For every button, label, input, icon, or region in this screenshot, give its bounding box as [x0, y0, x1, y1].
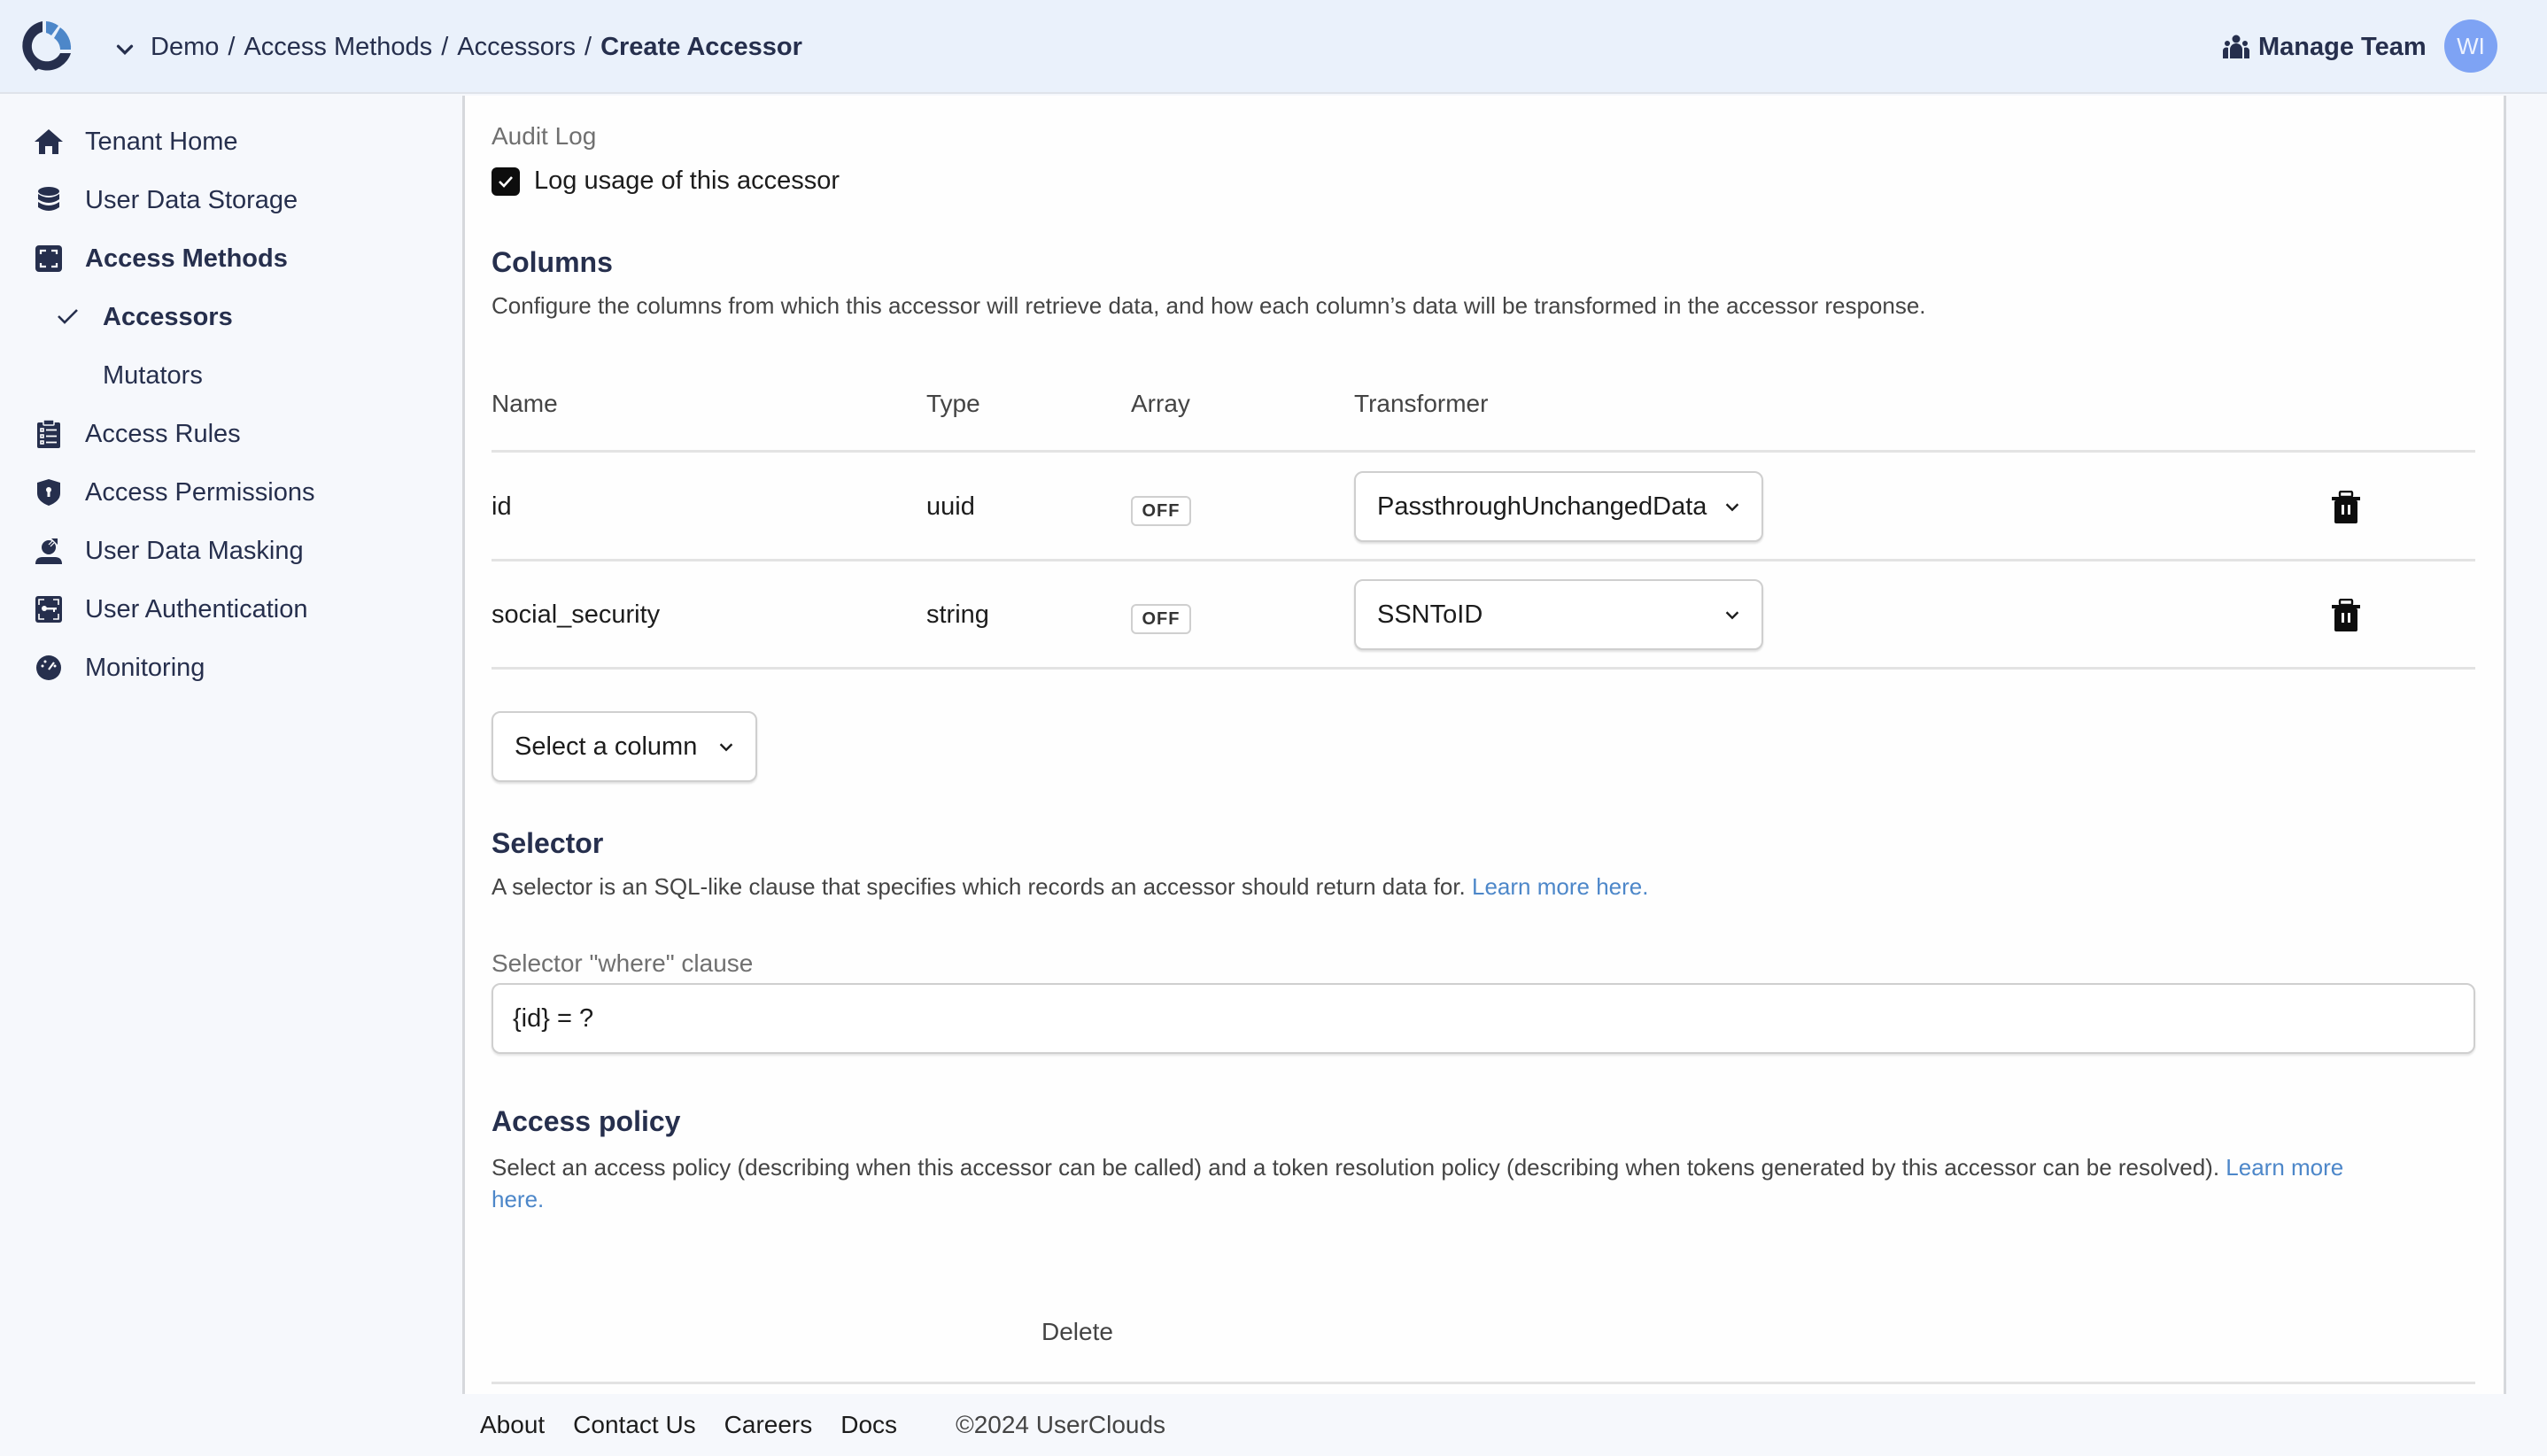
sidebar-item-accessors[interactable]: Accessors	[55, 295, 233, 339]
breadcrumb-accessors[interactable]: Accessors	[457, 33, 576, 62]
table-divider	[492, 450, 2475, 453]
usercloud-logo[interactable]	[18, 18, 74, 74]
audit-log-label: Audit Log	[492, 122, 597, 150]
col-header-type: Type	[926, 390, 980, 417]
transformer-value: SSNToID	[1377, 600, 1483, 629]
footer-copyright: ©2024 UserClouds	[956, 1411, 1166, 1438]
chevron-down-icon	[1725, 611, 1739, 620]
breadcrumb-separator: /	[228, 32, 236, 61]
row-type: string	[926, 600, 989, 629]
database-icon	[34, 185, 64, 215]
columns-description: Configure the columns from which this ac…	[492, 292, 1926, 319]
sidebar-item-label: Access Methods	[85, 244, 288, 273]
row-type: uuid	[926, 492, 975, 521]
select-column-label: Select a column	[515, 732, 698, 761]
table-divider	[492, 667, 2475, 670]
sidebar-item-label: Monitoring	[85, 653, 205, 682]
transformer-select[interactable]: SSNToID	[1354, 579, 1763, 650]
selector-description: A selector is an SQL-like clause that sp…	[492, 873, 1648, 901]
array-toggle[interactable]: OFF	[1131, 496, 1191, 526]
selector-learn-more-link[interactable]: Learn more here.	[1472, 873, 1648, 900]
sidebar-item-label: User Data Storage	[85, 185, 298, 214]
access-policy-description-text: Select an access policy (describing when…	[492, 1154, 2220, 1181]
main-content: Audit Log Log usage of this accessor Col…	[462, 96, 2506, 1394]
col-header-array: Array	[1131, 390, 1190, 417]
sidebar-item-label: Access Rules	[85, 419, 241, 448]
sidebar-item-label: Accessors	[103, 302, 233, 331]
top-header: Demo / Access Methods / Accessors / Crea…	[0, 0, 2547, 94]
clipboard-list-icon	[34, 419, 64, 449]
sidebar-item-label: User Authentication	[85, 594, 308, 623]
selector-field-label: Selector "where" clause	[492, 949, 754, 977]
chevron-down-icon	[1725, 503, 1739, 512]
row-name: social_security	[492, 600, 661, 629]
delete-button[interactable]: Delete	[1041, 1318, 1113, 1346]
sidebar-item-mutators[interactable]: Mutators	[103, 353, 203, 398]
avatar[interactable]: WI	[2444, 19, 2497, 73]
sidebar-item-label: User Data Masking	[85, 536, 304, 565]
row-name: id	[492, 492, 512, 521]
sidebar-item-access-rules[interactable]: Access Rules	[34, 412, 241, 456]
chevron-down-icon	[719, 743, 733, 752]
audit-log-checkbox-row[interactable]: Log usage of this accessor	[492, 167, 840, 196]
sidebar-item-access-permissions[interactable]: Access Permissions	[34, 470, 314, 515]
footer-link-careers[interactable]: Careers	[724, 1411, 813, 1439]
manage-team-label: Manage Team	[2258, 32, 2427, 61]
sidebar: Tenant Home User Data Storage Access Met…	[0, 96, 462, 1394]
breadcrumb-separator: /	[441, 32, 449, 61]
trash-icon[interactable]	[2331, 599, 2361, 632]
sidebar-item-monitoring[interactable]: Monitoring	[34, 646, 205, 690]
audit-log-checkbox-label: Log usage of this accessor	[534, 167, 840, 195]
chevron-down-icon[interactable]	[112, 36, 138, 63]
transformer-select[interactable]: PassthroughUnchangedData	[1354, 471, 1763, 542]
home-icon	[34, 127, 64, 157]
selector-where-value: {id} = ?	[513, 1003, 594, 1033]
sidebar-item-tenant-home[interactable]: Tenant Home	[34, 120, 238, 164]
access-policy-description: Select an access policy (describing when…	[492, 1151, 2475, 1215]
selector-description-text: A selector is an SQL-like clause that sp…	[492, 873, 1466, 900]
breadcrumb-tenant[interactable]: Demo	[151, 33, 219, 62]
breadcrumb-separator: /	[584, 32, 592, 61]
bottom-divider	[492, 1382, 2475, 1384]
array-toggle[interactable]: OFF	[1131, 604, 1191, 634]
sidebar-item-access-methods[interactable]: Access Methods	[34, 236, 288, 281]
key-frame-icon	[34, 594, 64, 624]
sidebar-item-label: Mutators	[103, 360, 203, 390]
sidebar-item-label: Tenant Home	[85, 127, 238, 156]
sidebar-item-user-authentication[interactable]: User Authentication	[34, 587, 307, 631]
sidebar-item-user-data-masking[interactable]: User Data Masking	[34, 529, 304, 573]
breadcrumb-current: Create Accessor	[600, 32, 802, 61]
sidebar-item-label: Access Permissions	[85, 477, 315, 507]
user-mask-icon	[34, 536, 64, 566]
selector-heading: Selector	[492, 827, 604, 859]
selector-where-input[interactable]: {id} = ?	[492, 983, 2475, 1054]
col-header-name: Name	[492, 390, 558, 417]
breadcrumb-access-methods[interactable]: Access Methods	[244, 33, 432, 62]
trash-icon[interactable]	[2331, 491, 2361, 524]
select-column-dropdown[interactable]: Select a column	[492, 711, 757, 782]
checkmark-icon	[499, 175, 513, 188]
access-policy-learn-more-link[interactable]: Learn more	[2226, 1154, 2343, 1181]
footer-link-docs[interactable]: Docs	[840, 1411, 897, 1439]
footer-link-about[interactable]: About	[480, 1411, 545, 1439]
transformer-value: PassthroughUnchangedData	[1377, 492, 1707, 521]
manage-team-button[interactable]: Manage Team	[2223, 0, 2427, 94]
access-policy-heading: Access policy	[492, 1105, 681, 1137]
footer: About Contact Us Careers Docs ©2024 User…	[462, 1394, 1194, 1456]
access-methods-icon	[34, 244, 64, 274]
table-divider	[492, 559, 2475, 561]
columns-heading: Columns	[492, 246, 613, 278]
check-icon	[58, 309, 78, 324]
team-icon	[2223, 35, 2249, 58]
sidebar-item-user-data-storage[interactable]: User Data Storage	[34, 178, 298, 222]
col-header-transformer: Transformer	[1354, 390, 1489, 417]
breadcrumb: Demo / Access Methods / Accessors / Crea…	[112, 0, 802, 94]
shield-keyhole-icon	[34, 477, 64, 507]
access-policy-learn-more-link-cont[interactable]: here.	[492, 1186, 544, 1212]
audit-log-checkbox[interactable]	[492, 167, 520, 196]
gauge-icon	[34, 653, 64, 683]
footer-link-contact[interactable]: Contact Us	[573, 1411, 696, 1439]
